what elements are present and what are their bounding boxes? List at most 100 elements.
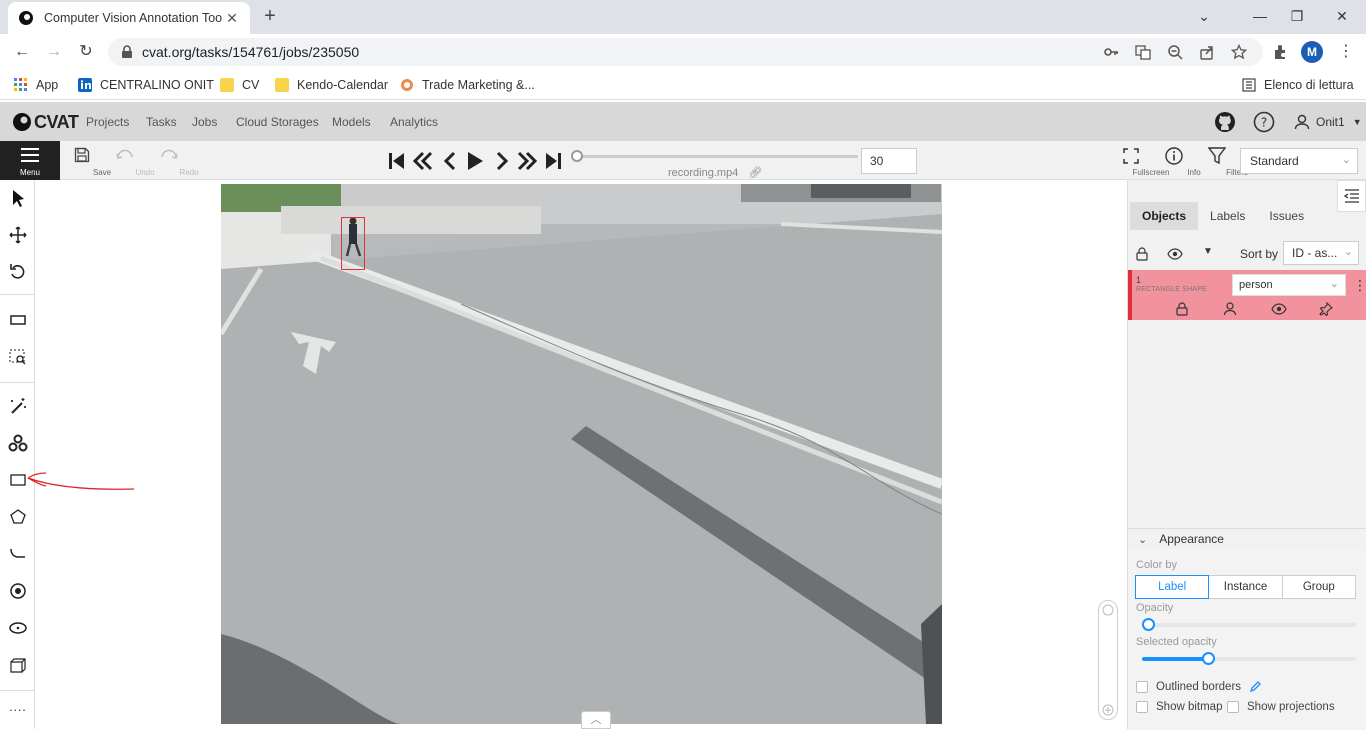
selected-opacity-slider[interactable] xyxy=(1142,652,1356,665)
undo-button[interactable]: Undo xyxy=(105,144,155,178)
nav-analytics[interactable]: Analytics xyxy=(390,115,438,129)
move-tool[interactable] xyxy=(6,223,30,247)
eye-all-icon[interactable] xyxy=(1167,247,1183,261)
nav-projects[interactable]: Projects xyxy=(86,115,129,129)
cursor-tool[interactable] xyxy=(6,186,30,210)
workspace-select[interactable]: Standard ⌄ xyxy=(1240,148,1358,174)
color-by-label-option[interactable]: Label xyxy=(1135,575,1210,599)
rotate-tool[interactable] xyxy=(6,260,30,284)
zoom-panel[interactable] xyxy=(1098,600,1118,720)
fit-tool[interactable] xyxy=(6,308,30,332)
zoom-circle-icon[interactable] xyxy=(1102,604,1114,616)
minimize-button[interactable]: — xyxy=(1250,6,1270,26)
frame-slider-track[interactable] xyxy=(578,155,858,158)
fast-backward-icon[interactable] xyxy=(413,151,433,171)
github-icon[interactable] xyxy=(1214,111,1236,133)
share-icon[interactable] xyxy=(1199,44,1215,60)
frame-number-input[interactable]: 30 xyxy=(861,148,917,174)
play-icon[interactable] xyxy=(465,151,485,171)
lock-icon[interactable] xyxy=(120,45,134,59)
zoom-out-icon[interactable] xyxy=(1167,44,1183,60)
extensions-icon[interactable] xyxy=(1272,44,1288,60)
lock-icon[interactable] xyxy=(1175,302,1189,316)
tab-objects[interactable]: Objects xyxy=(1130,202,1199,230)
annotation-bounding-box[interactable] xyxy=(341,217,365,270)
translate-icon[interactable] xyxy=(1135,44,1151,60)
object-item[interactable]: 1 RECTANGLE SHAPE person ⌄ ⋮ xyxy=(1128,270,1366,320)
restore-button[interactable]: ❐ xyxy=(1287,6,1307,26)
pin-icon[interactable] xyxy=(1319,302,1333,316)
fast-forward-icon[interactable] xyxy=(517,151,537,171)
object-menu-icon[interactable]: ⋮ xyxy=(1353,274,1366,296)
checkbox-box[interactable] xyxy=(1136,680,1148,693)
star-icon[interactable] xyxy=(1231,44,1247,60)
close-window-button[interactable]: ✕ xyxy=(1332,6,1352,26)
menu-button[interactable]: Menu xyxy=(0,141,60,180)
occluded-user-icon[interactable] xyxy=(1223,302,1237,316)
chrome-menu-icon[interactable]: ⋮ xyxy=(1338,42,1354,62)
outlined-borders-checkbox[interactable]: Outlined borders xyxy=(1136,680,1262,693)
new-tab-button[interactable]: + xyxy=(260,6,280,26)
fullscreen-button[interactable]: Fullscreen xyxy=(1111,144,1169,178)
last-frame-icon[interactable] xyxy=(543,151,563,171)
previous-frame-icon[interactable] xyxy=(440,151,460,171)
chevron-down-icon[interactable]: ⌄ xyxy=(1194,6,1214,26)
eye-icon[interactable] xyxy=(1271,302,1287,316)
bookmark-centralino[interactable]: CENTRALINO ONIT xyxy=(78,76,214,94)
reading-list[interactable]: Elenco di lettura xyxy=(1242,76,1354,94)
key-icon[interactable] xyxy=(1103,44,1119,60)
draw-polyline-tool[interactable] xyxy=(6,542,30,566)
forward-icon[interactable]: → xyxy=(44,42,64,62)
caret-down-icon[interactable]: ▼ xyxy=(1203,246,1213,257)
next-frame-icon[interactable] xyxy=(492,151,512,171)
opacity-slider[interactable] xyxy=(1142,618,1356,631)
url-text[interactable]: cvat.org/tasks/154761/jobs/235050 xyxy=(142,44,359,60)
back-icon[interactable]: ← xyxy=(12,42,32,62)
color-picker-icon[interactable] xyxy=(1249,680,1262,693)
help-icon[interactable]: ? xyxy=(1253,111,1275,133)
selected-opacity-slider-handle[interactable] xyxy=(1202,652,1215,665)
save-button[interactable]: Save xyxy=(62,144,111,178)
zoom-in-icon[interactable] xyxy=(1102,704,1114,716)
chevron-up-icon[interactable]: ︿ xyxy=(581,711,611,729)
bookmark-cv[interactable]: CV xyxy=(220,76,259,94)
draw-cuboid-tool[interactable] xyxy=(6,653,30,677)
tab-issues[interactable]: Issues xyxy=(1257,202,1316,230)
draw-points-tool[interactable] xyxy=(6,579,30,603)
omnibox[interactable]: cvat.org/tasks/154761/jobs/235050 xyxy=(108,38,1263,66)
first-frame-icon[interactable] xyxy=(387,151,407,171)
cvat-logo[interactable]: CVAT xyxy=(12,112,79,132)
browser-tab[interactable]: Computer Vision Annotation Too ✕ xyxy=(8,2,250,34)
frame-slider-handle[interactable] xyxy=(571,150,583,162)
filters-button[interactable]: Filters xyxy=(1197,144,1248,178)
magic-wand-tool[interactable] xyxy=(6,394,30,418)
profile-avatar[interactable]: M xyxy=(1301,41,1323,63)
bookmark-kendo[interactable]: Kendo-Calendar xyxy=(275,76,388,94)
more-tools[interactable]: .... xyxy=(6,700,30,724)
bookmark-trade-marketing[interactable]: Trade Marketing &... xyxy=(400,76,535,94)
nav-models[interactable]: Models xyxy=(332,115,371,129)
zoom-region-tool[interactable] xyxy=(6,345,30,369)
show-projections-checkbox[interactable]: Show projections xyxy=(1227,701,1335,713)
opacity-slider-handle[interactable] xyxy=(1142,618,1155,631)
checkbox-box[interactable] xyxy=(1227,701,1239,713)
object-label-select[interactable]: person ⌄ xyxy=(1232,274,1346,296)
draw-ellipse-tool[interactable] xyxy=(6,616,30,640)
opencv-tool[interactable] xyxy=(6,431,30,455)
video-frame[interactable] xyxy=(221,184,942,724)
nav-tasks[interactable]: Tasks xyxy=(146,115,177,129)
bookmark-app[interactable]: App xyxy=(14,76,58,94)
sidebar-toggle[interactable] xyxy=(1337,180,1366,212)
lock-all-icon[interactable] xyxy=(1135,247,1149,261)
sort-select[interactable]: ID - as... ⌄ xyxy=(1283,241,1359,265)
tab-labels[interactable]: Labels xyxy=(1198,202,1257,230)
redo-button[interactable]: Redo xyxy=(149,144,199,178)
reload-icon[interactable]: ↻ xyxy=(76,42,96,62)
tab-close-icon[interactable]: ✕ xyxy=(224,10,240,26)
show-bitmap-checkbox[interactable]: Show bitmap xyxy=(1136,701,1222,713)
color-by-group-option[interactable]: Group xyxy=(1281,575,1356,599)
link-icon[interactable]: 🔗︎ xyxy=(748,167,762,179)
draw-polygon-tool[interactable] xyxy=(6,505,30,529)
info-button[interactable]: Info xyxy=(1154,144,1201,178)
user-menu[interactable]: Onit1 ▼ xyxy=(1294,114,1362,130)
